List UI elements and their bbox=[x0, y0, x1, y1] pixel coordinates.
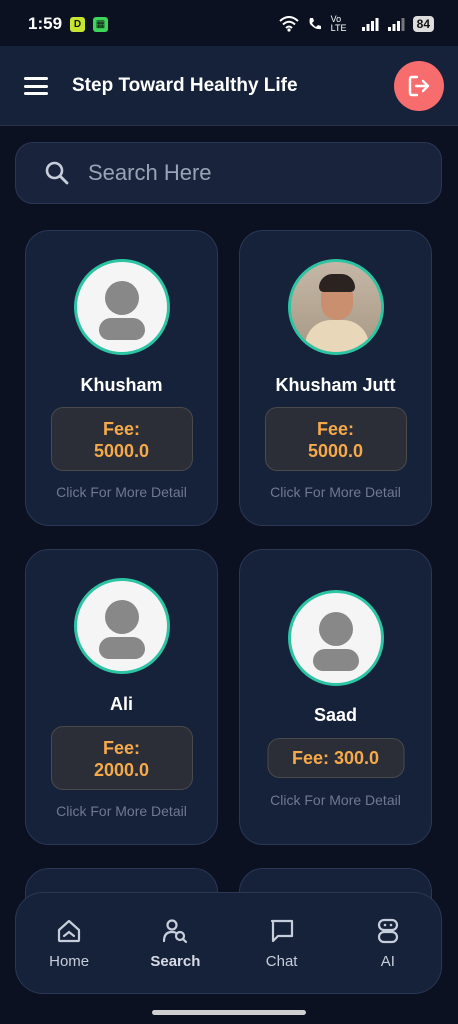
menu-icon[interactable] bbox=[24, 77, 48, 95]
signal-icon bbox=[361, 18, 379, 31]
doctor-card[interactable]: Ali Fee: 2000.0 Click For More Detail bbox=[25, 549, 218, 845]
doctor-card[interactable]: Saad Fee: 300.0 Click For More Detail bbox=[239, 549, 432, 845]
home-indicator[interactable] bbox=[152, 1010, 306, 1015]
nav-chat-label: Chat bbox=[265, 952, 298, 970]
fee-badge[interactable]: Fee: 300.0 bbox=[267, 738, 404, 778]
battery-indicator: 84 bbox=[412, 16, 434, 32]
more-detail-link[interactable]: Click For More Detail bbox=[240, 792, 431, 808]
fee-label: Fee: bbox=[316, 419, 354, 439]
logout-icon bbox=[408, 75, 430, 97]
search-icon bbox=[45, 161, 69, 185]
status-bar: 1:59 D ▦ Vo LTE 84 bbox=[0, 0, 458, 48]
nav-ai-label: AI bbox=[380, 952, 395, 970]
fee-badge[interactable]: Fee: 5000.0 bbox=[264, 407, 407, 471]
status-time: 1:59 bbox=[28, 14, 63, 33]
nav-ai[interactable]: AI bbox=[343, 917, 433, 970]
more-detail-link[interactable]: Click For More Detail bbox=[240, 484, 431, 500]
avatar-photo bbox=[287, 259, 384, 355]
doctor-name: Ali bbox=[109, 694, 133, 714]
avatar-placeholder-icon bbox=[287, 590, 384, 686]
fee-label: Fee: bbox=[102, 738, 140, 758]
nav-home-label: Home bbox=[49, 952, 90, 970]
chat-icon bbox=[270, 919, 293, 942]
fee-value: 5000.0 bbox=[307, 441, 364, 461]
search-bar[interactable] bbox=[15, 142, 442, 204]
avatar-placeholder-icon bbox=[73, 259, 170, 355]
app-title: Step Toward Healthy Life bbox=[72, 75, 298, 96]
fee-value: 5000.0 bbox=[93, 441, 150, 461]
doctor-card[interactable]: Khusham Jutt Fee: 5000.0 Click For More … bbox=[239, 230, 432, 526]
doctor-name: Khusham bbox=[80, 375, 163, 395]
status-left: 1:59 D ▦ bbox=[28, 14, 109, 34]
doctor-card[interactable]: Khusham Fee: 5000.0 Click For More Detai… bbox=[25, 230, 218, 526]
fee-badge[interactable]: Fee: 5000.0 bbox=[50, 407, 193, 471]
bottom-navigation: Home Search Chat AI bbox=[15, 892, 442, 994]
nav-search-label: Search bbox=[150, 952, 201, 970]
doctor-name: Khusham Jutt bbox=[275, 375, 396, 395]
call-icon bbox=[309, 18, 321, 30]
search-input[interactable] bbox=[86, 159, 390, 187]
fee-label: Fee: bbox=[102, 419, 140, 439]
doctor-name: Saad bbox=[313, 705, 358, 725]
nav-home[interactable]: Home bbox=[24, 917, 114, 970]
more-detail-link[interactable]: Click For More Detail bbox=[26, 803, 217, 819]
app-bar: Step Toward Healthy Life bbox=[0, 46, 458, 126]
nav-search[interactable]: Search bbox=[130, 917, 220, 970]
fee-value: 2000.0 bbox=[93, 760, 150, 780]
more-detail-link[interactable]: Click For More Detail bbox=[26, 484, 217, 500]
fee-badge[interactable]: Fee: 2000.0 bbox=[50, 726, 193, 790]
avatar-placeholder-icon bbox=[73, 578, 170, 674]
search-person-icon bbox=[163, 918, 188, 943]
logout-button[interactable] bbox=[394, 61, 444, 111]
robot-icon bbox=[377, 918, 398, 943]
status-right: Vo LTE 84 bbox=[278, 14, 434, 33]
network-label: Vo LTE bbox=[330, 14, 347, 33]
app-notification-icon: D bbox=[70, 16, 86, 32]
wifi-icon bbox=[278, 16, 299, 32]
signal-icon-2 bbox=[387, 18, 405, 31]
nav-chat[interactable]: Chat bbox=[237, 917, 327, 970]
app-notification-icon-2: ▦ bbox=[93, 16, 109, 32]
home-icon bbox=[58, 919, 81, 942]
